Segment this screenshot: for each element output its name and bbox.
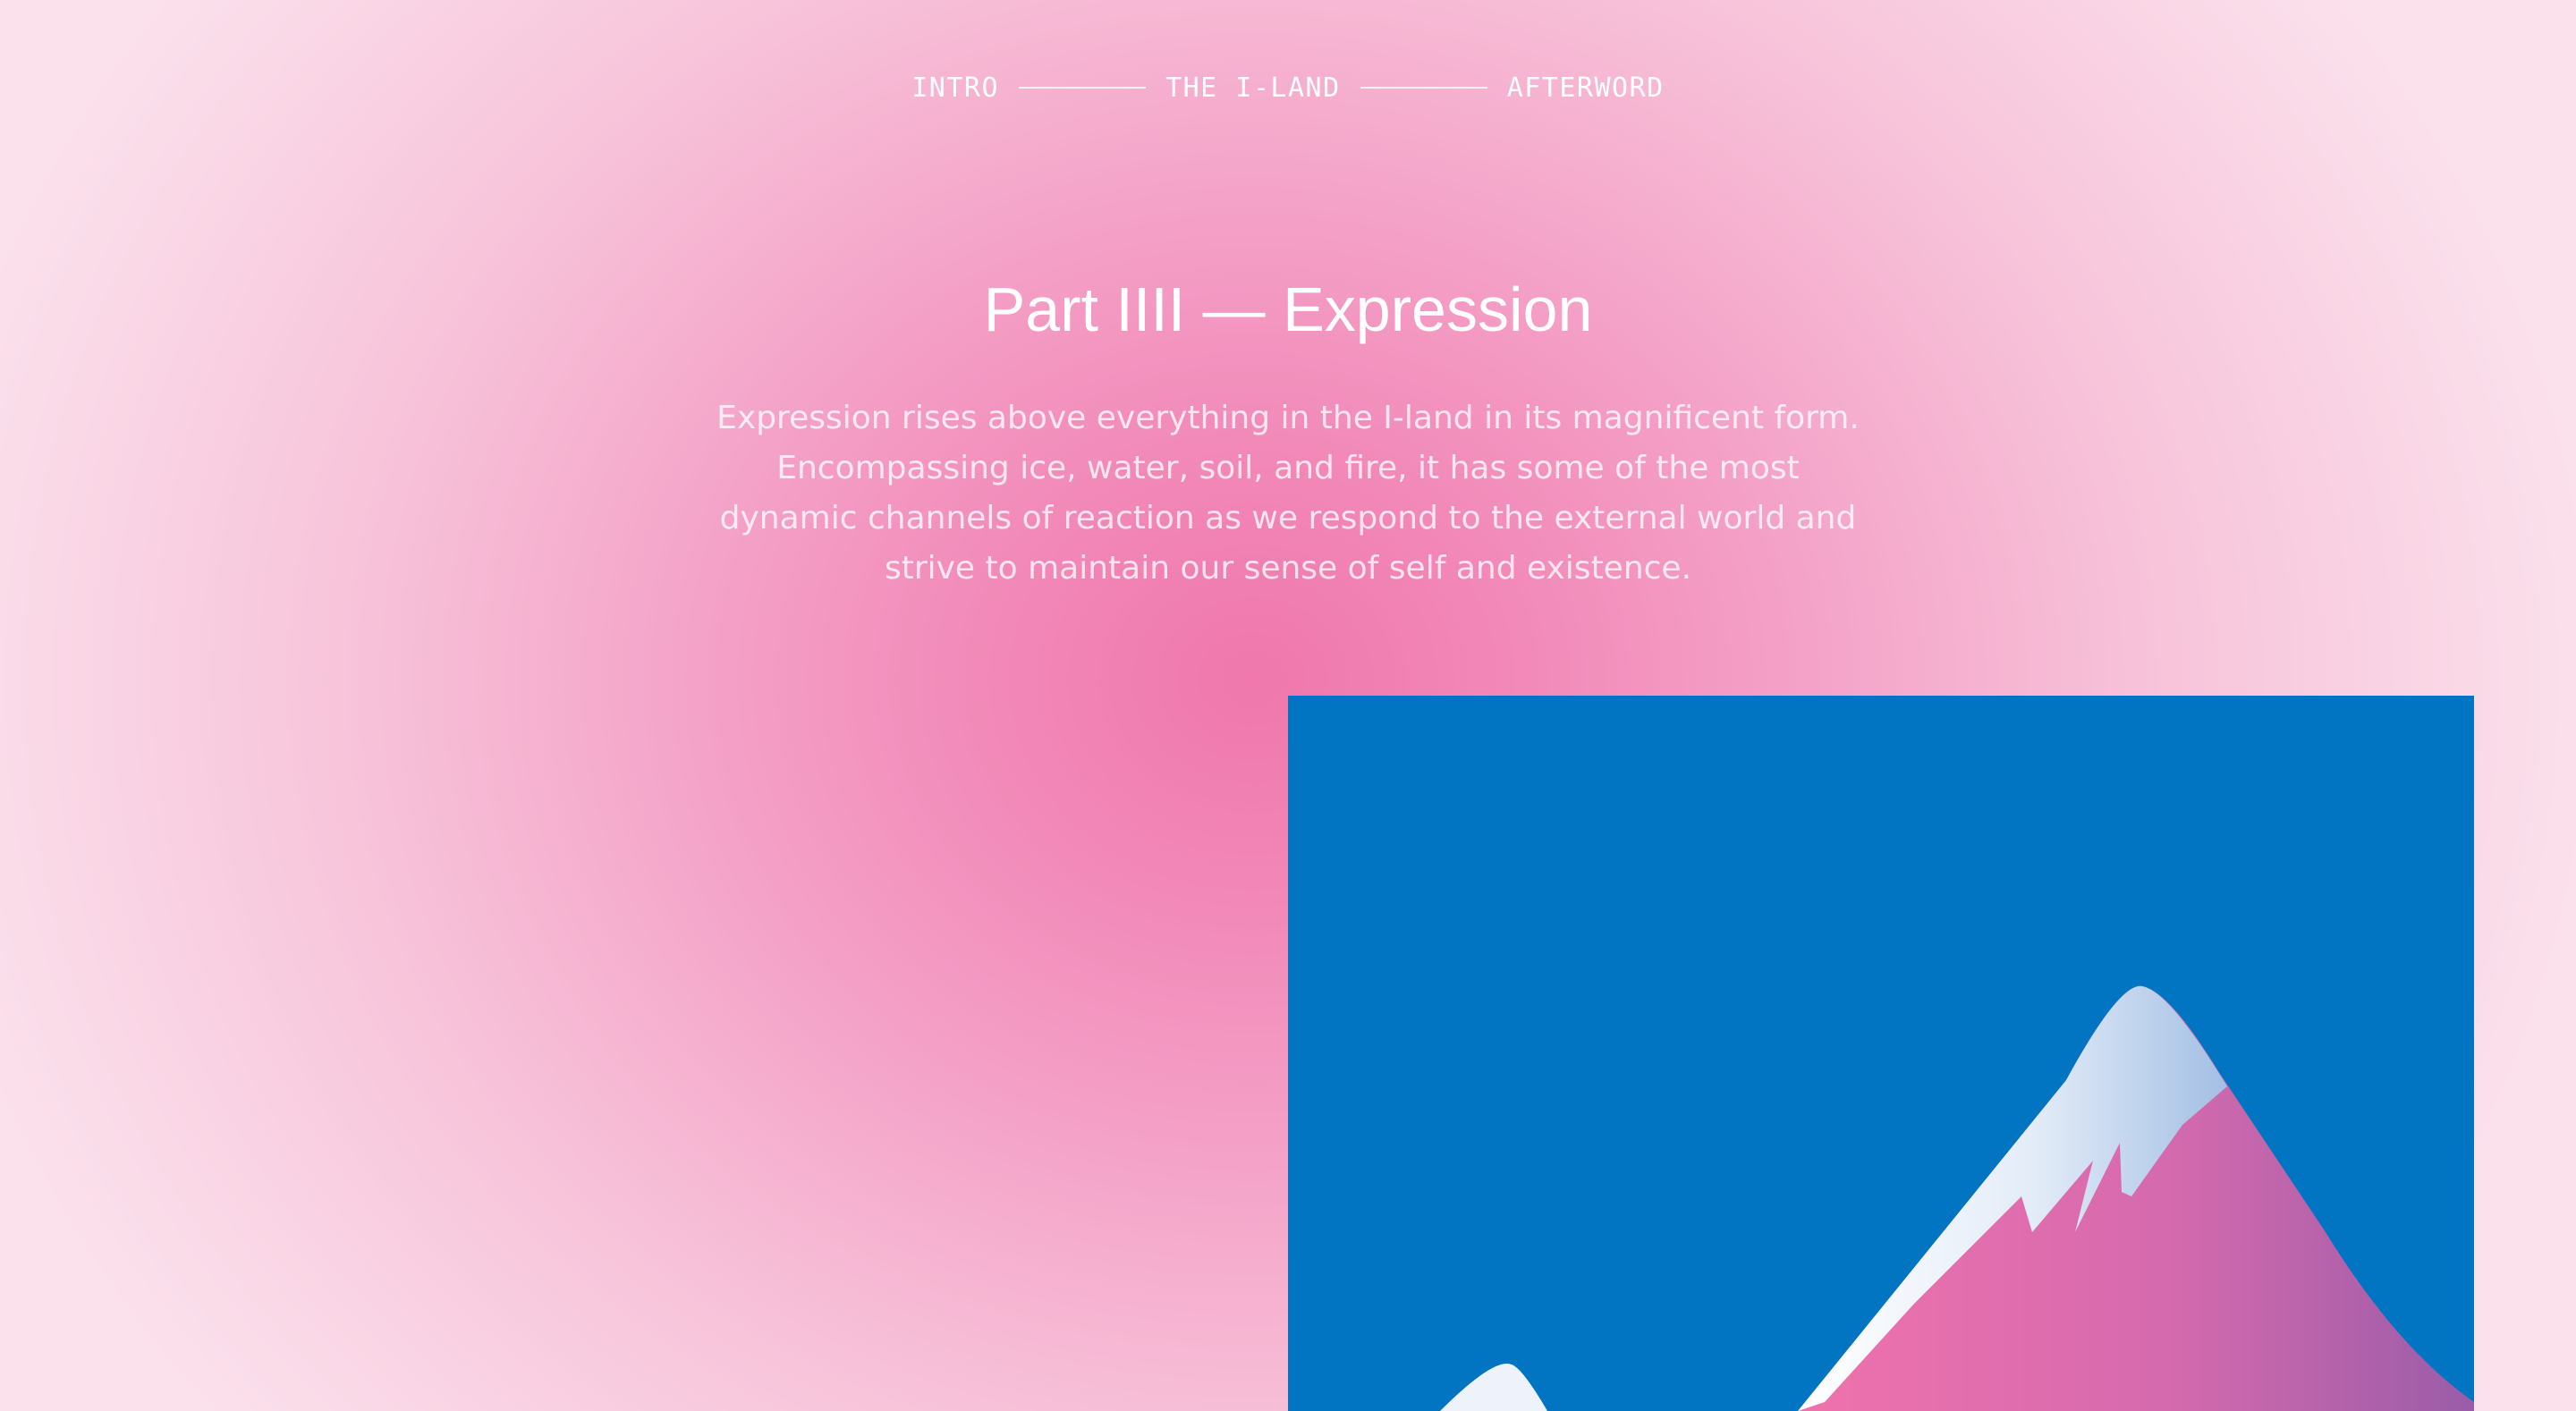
mountain-artwork xyxy=(1440,985,2474,1411)
chapter-nav: INTRO THE I-LAND AFTERWORD xyxy=(0,70,2576,106)
mountain-illustration xyxy=(1288,696,2474,1411)
small-peak-snow xyxy=(1440,1364,1547,1411)
nav-divider xyxy=(1360,87,1487,89)
nav-item-afterword[interactable]: AFTERWORD xyxy=(1507,72,1665,104)
nav-item-intro[interactable]: INTRO xyxy=(911,72,999,104)
nav-item-the-i-land[interactable]: THE I-LAND xyxy=(1165,72,1341,104)
section-description: Expression rises above everything in the… xyxy=(716,400,1860,587)
section-title: Part IIII — Expression xyxy=(983,275,1593,344)
nav-divider xyxy=(1019,87,1147,89)
